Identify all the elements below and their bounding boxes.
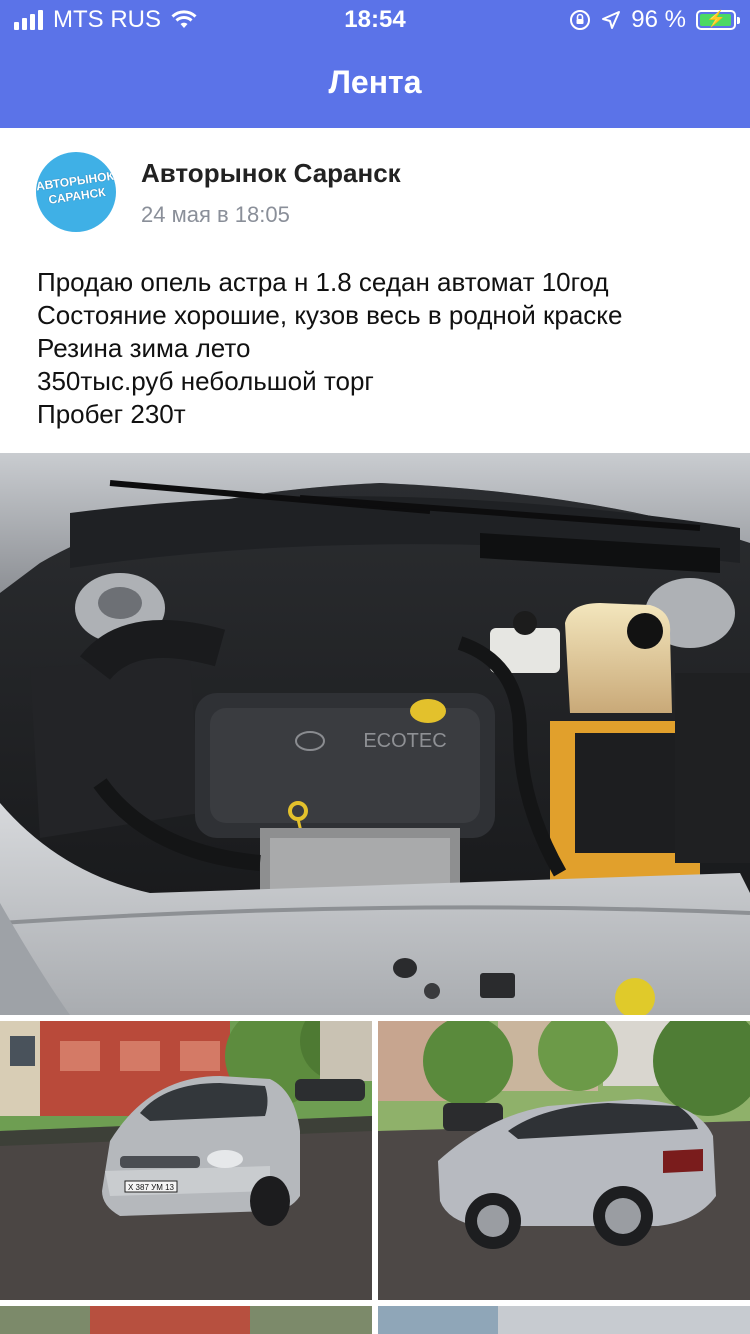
battery-percent: 96 %: [631, 6, 686, 33]
post-text-line: Продаю опель астра н 1.8 седан автомат 1…: [37, 267, 609, 297]
page-title: Лента: [328, 64, 422, 100]
engine-brand-text: ECOTEC: [363, 730, 446, 752]
post-date: 24 мая в 18:05: [141, 202, 290, 227]
post-header[interactable]: АВТОРЫНОК САРАНСК Авторынок Саранск 24 м…: [0, 128, 750, 258]
post-text-line: Состояние хорошие, кузов весь в родной к…: [37, 300, 623, 330]
car-photo-5[interactable]: [378, 1306, 750, 1334]
car-front-photo[interactable]: Х 387 УМ 13: [0, 1021, 372, 1300]
status-bar-right: 96 % ⚡: [569, 6, 740, 34]
post-text: Продаю опель астра н 1.8 седан автомат 1…: [37, 266, 727, 431]
car-rear-photo[interactable]: [378, 1021, 750, 1300]
orientation-lock-icon: [569, 9, 591, 31]
license-plate-text: Х 387 УМ 13: [128, 1183, 175, 1192]
battery-icon: ⚡: [696, 10, 740, 30]
avatar[interactable]: АВТОРЫНОК САРАНСК: [36, 152, 116, 232]
navigation-bar: Лента: [0, 40, 750, 128]
avatar-logo-text: АВТОРЫНОК САРАНСК: [36, 168, 115, 207]
engine-bay-photo[interactable]: ECOTEC: [0, 453, 750, 1015]
author-name[interactable]: Авторынок Саранск: [141, 158, 401, 189]
post-text-line: Пробег 230т: [37, 399, 186, 429]
location-icon: [601, 10, 621, 30]
car-photo-4[interactable]: [0, 1306, 372, 1334]
post-text-line: 350тыс.руб небольшой торг: [37, 366, 374, 396]
status-bar: MTS RUS 18:54 96 % ⚡: [0, 0, 750, 40]
post-text-line: Резина зима лето: [37, 333, 251, 363]
